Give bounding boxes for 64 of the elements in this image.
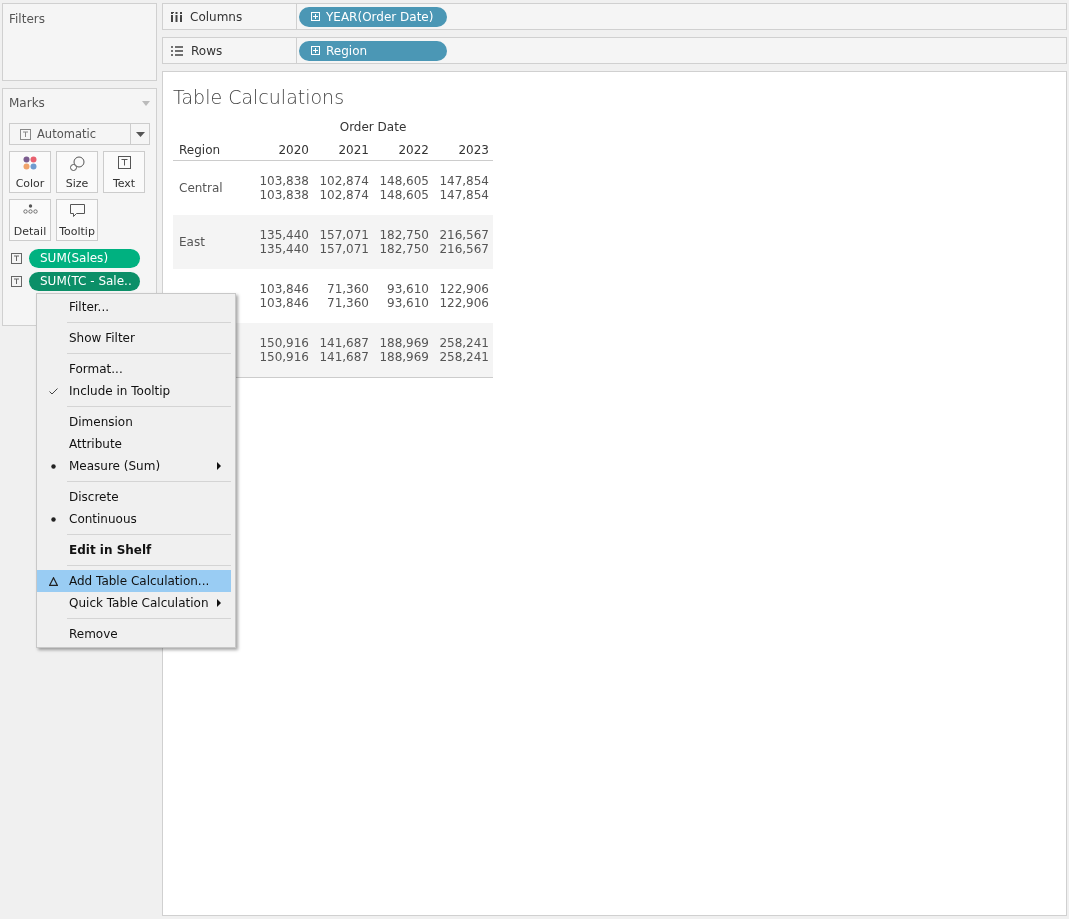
plus-box-icon — [311, 46, 320, 55]
table-cell-text: 103,838 103,838 — [258, 174, 310, 202]
mark-card[interactable]: Color — [9, 151, 51, 193]
column-header: 2020 — [277, 143, 310, 157]
color-dots-icon — [23, 156, 37, 170]
menu-item[interactable]: Continuous — [37, 508, 231, 530]
size-circles-icon — [69, 156, 85, 171]
text-icon — [11, 276, 22, 287]
menu-item[interactable]: Include in Tooltip — [37, 380, 231, 402]
column-header: 2023 — [457, 143, 490, 157]
menu-item[interactable]: Add Table Calculation... — [37, 570, 231, 592]
caret-icon[interactable] — [142, 100, 150, 106]
measure-pill[interactable]: SUM(TC - Sale.. — [29, 272, 140, 291]
filters-title: Filters — [9, 12, 45, 26]
menu-item[interactable]: Discrete — [37, 486, 231, 508]
region-label: East — [179, 235, 205, 249]
plus-box-icon — [311, 12, 320, 21]
shelf-label: Rows — [191, 43, 223, 58]
table-cell-text: 103,846 103,846 — [258, 282, 310, 310]
table-cell-text: 188,969 188,969 — [378, 336, 430, 364]
table-cell-text: 148,605 148,605 — [378, 174, 430, 202]
column-header: 2021 — [337, 143, 370, 157]
detail-dots-icon — [22, 204, 38, 214]
table-cell-text: 102,874 102,874 — [318, 174, 370, 202]
table-cell-text: 216,567 216,567 — [438, 228, 490, 256]
region-label: Central — [179, 181, 223, 195]
table-cell-text: 182,750 182,750 — [378, 228, 430, 256]
table-cell-text: 71,360 71,360 — [326, 282, 370, 310]
menu-item[interactable]: Attribute — [37, 433, 231, 455]
view-title: Table Calculations — [173, 86, 346, 108]
menu-item[interactable]: Edit in Shelf — [37, 539, 231, 561]
mark-card[interactable]: Detail — [9, 199, 51, 241]
text-icon — [11, 253, 22, 264]
menu-item[interactable]: Show Filter — [37, 327, 231, 349]
text-icon — [20, 128, 31, 140]
shelf-label: Columns — [190, 9, 243, 24]
table-cell-text: 258,241 258,241 — [438, 336, 490, 364]
table-cell-text: 141,687 141,687 — [318, 336, 370, 364]
table-cell-text: 147,854 147,854 — [438, 174, 490, 202]
table-cell-text: 122,906 122,906 — [438, 282, 490, 310]
delta-icon — [48, 576, 58, 586]
column-header: 2022 — [397, 143, 430, 157]
menu-item[interactable]: Measure (Sum) — [37, 455, 231, 477]
menu-item[interactable]: Format... — [37, 358, 231, 380]
menu-item[interactable]: Filter... — [37, 296, 231, 318]
mark-card[interactable]: Tooltip — [56, 199, 98, 241]
speech-bubble-icon — [69, 204, 85, 218]
table-cell-text: 157,071 157,071 — [318, 228, 370, 256]
marks-title: Marks — [9, 96, 45, 110]
table-cell-text: 150,916 150,916 — [258, 336, 310, 364]
column-group-header: Order Date — [338, 120, 408, 136]
rows-icon — [171, 45, 183, 56]
text-icon — [117, 156, 131, 169]
menu-item[interactable]: Dimension — [37, 411, 231, 433]
columns-icon — [171, 11, 182, 22]
caret-icon — [135, 131, 145, 137]
mark-card[interactable]: Text — [103, 151, 145, 193]
menu-item[interactable]: Quick Table Calculation — [37, 592, 231, 614]
table-cell-text: 93,610 93,610 — [386, 282, 430, 310]
menu-item[interactable]: Remove — [37, 623, 231, 645]
mark-card[interactable]: Size — [56, 151, 98, 193]
row-header: Region — [178, 143, 222, 157]
table-cell-text: 135,440 135,440 — [258, 228, 310, 256]
mark-type-dropdown[interactable]: Automatic — [9, 123, 150, 145]
